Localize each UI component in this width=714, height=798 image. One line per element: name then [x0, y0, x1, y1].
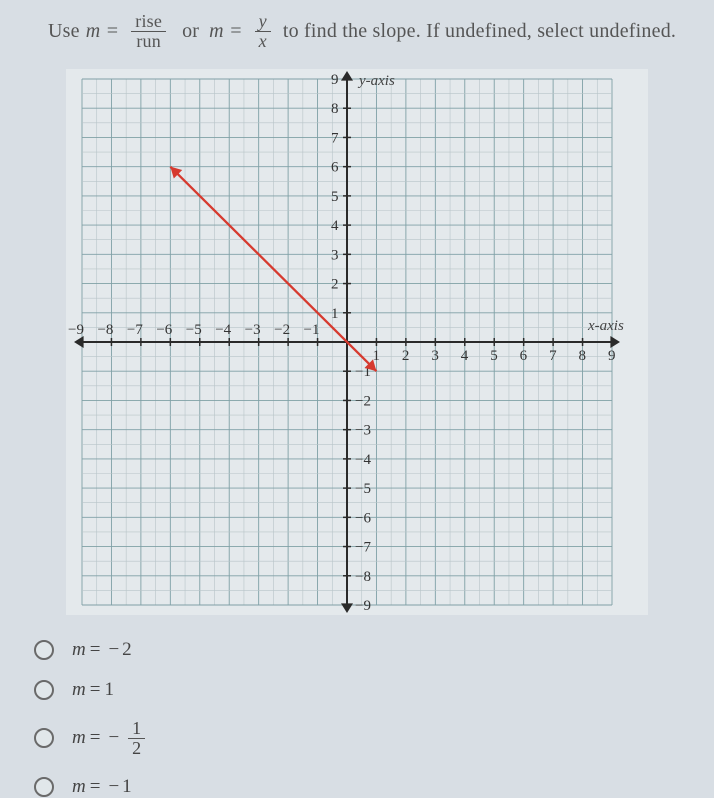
- svg-text:−5: −5: [186, 322, 202, 338]
- frac-num: y: [255, 12, 271, 31]
- svg-text:−3: −3: [355, 422, 371, 438]
- frac-num: rise: [131, 12, 166, 31]
- svg-text:3: 3: [431, 348, 439, 364]
- svg-text:1: 1: [331, 306, 339, 322]
- option-d[interactable]: m = − 1: [34, 776, 714, 798]
- svg-text:x-axis: x-axis: [587, 318, 624, 334]
- svg-text:−4: −4: [215, 322, 231, 338]
- slope-chart: −9−8−7−6−5−4−3−2−1123456789−9−8−7−6−5−4−…: [66, 69, 648, 615]
- svg-text:−7: −7: [355, 539, 371, 555]
- svg-text:y-axis: y-axis: [357, 73, 395, 89]
- radio-icon: [34, 777, 54, 797]
- svg-text:9: 9: [608, 348, 616, 364]
- svg-text:−9: −9: [68, 322, 84, 338]
- fraction-one-half: 1 2: [128, 719, 145, 758]
- option-label: m = − 2: [72, 639, 132, 661]
- chart-svg: −9−8−7−6−5−4−3−2−1123456789−9−8−7−6−5−4−…: [66, 69, 648, 615]
- fraction-rise-run: rise run: [131, 12, 166, 51]
- svg-text:−2: −2: [355, 393, 371, 409]
- option-label: m = − 1 2: [72, 719, 151, 758]
- svg-text:−9: −9: [355, 598, 371, 614]
- svg-text:5: 5: [331, 189, 339, 205]
- radio-icon: [34, 640, 54, 660]
- frac-den: run: [132, 32, 165, 51]
- prompt-rest: to find the slope. If undefined, select …: [283, 20, 676, 43]
- svg-text:2: 2: [402, 348, 410, 364]
- svg-text:−4: −4: [355, 452, 371, 468]
- option-label: m = 1: [72, 679, 114, 701]
- option-c[interactable]: m = − 1 2: [34, 719, 714, 758]
- fraction-y-x: y x: [255, 12, 271, 51]
- svg-text:4: 4: [461, 348, 469, 364]
- svg-text:2: 2: [331, 276, 339, 292]
- svg-text:5: 5: [490, 348, 498, 364]
- question-prompt: Use m = rise run or m = y x to find the …: [48, 12, 714, 51]
- svg-text:−6: −6: [156, 322, 172, 338]
- radio-icon: [34, 728, 54, 748]
- prompt-m-eq-1: m =: [86, 20, 120, 43]
- svg-text:−5: −5: [355, 481, 371, 497]
- svg-text:−7: −7: [127, 322, 143, 338]
- prompt-or: or: [182, 20, 199, 43]
- answer-options: m = − 2 m = 1 m = − 1 2: [48, 639, 714, 798]
- svg-text:7: 7: [331, 130, 339, 146]
- radio-icon: [34, 680, 54, 700]
- svg-text:7: 7: [549, 348, 557, 364]
- svg-text:8: 8: [331, 101, 339, 117]
- svg-text:−8: −8: [355, 569, 371, 585]
- prompt-m-eq-2: m =: [209, 20, 243, 43]
- svg-text:8: 8: [579, 348, 587, 364]
- svg-text:6: 6: [331, 159, 339, 175]
- prompt-use: Use: [48, 20, 80, 43]
- svg-text:−8: −8: [97, 322, 113, 338]
- frac-den: x: [255, 32, 271, 51]
- option-label: m = − 1: [72, 776, 132, 798]
- svg-text:3: 3: [331, 247, 339, 263]
- svg-text:9: 9: [331, 72, 339, 88]
- svg-text:−2: −2: [274, 322, 290, 338]
- svg-text:−6: −6: [355, 510, 371, 526]
- svg-text:−1: −1: [304, 322, 320, 338]
- svg-text:4: 4: [331, 218, 339, 234]
- svg-text:−3: −3: [245, 322, 261, 338]
- option-a[interactable]: m = − 2: [34, 639, 714, 661]
- svg-text:6: 6: [520, 348, 528, 364]
- option-b[interactable]: m = 1: [34, 679, 714, 701]
